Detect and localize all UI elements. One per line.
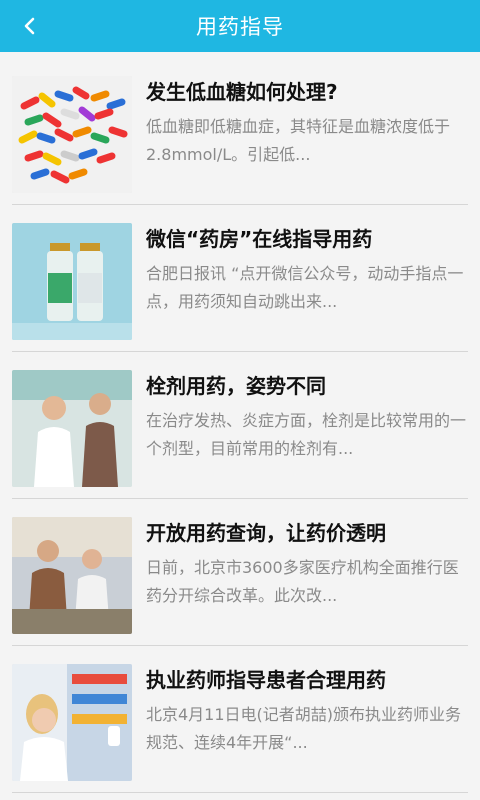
article-title: 微信“药房”在线指导用药 xyxy=(146,227,373,251)
list-item[interactable]: 执业药师指导患者合理用药 北京4月11日电(记者胡喆)颁布执业药师业务规范、连续… xyxy=(0,646,480,793)
list-item[interactable]: 微信“药房”在线指导用药 合肥日报讯 “点开微信公众号，动动手指点一点，用药须知… xyxy=(0,205,480,352)
article-summary: 在治疗发热、炎症方面，栓剂是比较常用的一个剂型，目前常用的栓剂有... xyxy=(146,411,466,458)
back-button[interactable] xyxy=(12,8,48,44)
list-item[interactable]: 发生低血糖如何处理? 低血糖即低糖血症，其特征是血糖浓度低于2.8mmol/L。… xyxy=(0,58,480,205)
article-summary: 北京4月11日电(记者胡喆)颁布执业药师业务规范、连续4年开展“... xyxy=(146,705,462,752)
pharmacist-photo xyxy=(12,664,132,781)
page-title: 用药指导 xyxy=(196,15,284,39)
article-list: 发生低血糖如何处理? 低血糖即低糖血症，其特征是血糖浓度低于2.8mmol/L。… xyxy=(0,58,480,800)
article-summary: 日前，北京市3600多家医疗机构全面推行医药分开综合改革。此次改... xyxy=(146,558,459,605)
app-bar: 用药指导 xyxy=(0,0,480,52)
list-item[interactable]: 栓剂用药，姿势不同 在治疗发热、炎症方面，栓剂是比较常用的一个剂型，目前常用的栓… xyxy=(0,352,480,499)
pharmacy-counter-photo xyxy=(12,517,132,634)
list-item[interactable]: 开放用药查询，让药价透明 日前，北京市3600多家医疗机构全面推行医药分开综合改… xyxy=(0,499,480,646)
doctor-consultation-photo xyxy=(12,370,132,487)
article-summary: 低血糖即低糖血症，其特征是血糖浓度低于2.8mmol/L。引起低... xyxy=(146,117,451,164)
medicine-vials-photo xyxy=(12,223,132,340)
article-title: 执业药师指导患者合理用药 xyxy=(146,668,386,692)
pills-photo xyxy=(12,76,132,193)
chevron-left-icon xyxy=(24,17,35,35)
article-summary: 合肥日报讯 “点开微信公众号，动动手指点一点，用药须知自动跳出来... xyxy=(146,264,464,311)
divider xyxy=(12,792,468,793)
article-title: 发生低血糖如何处理? xyxy=(146,80,338,104)
article-title: 开放用药查询，让药价透明 xyxy=(146,521,386,545)
article-title: 栓剂用药，姿势不同 xyxy=(146,374,326,398)
